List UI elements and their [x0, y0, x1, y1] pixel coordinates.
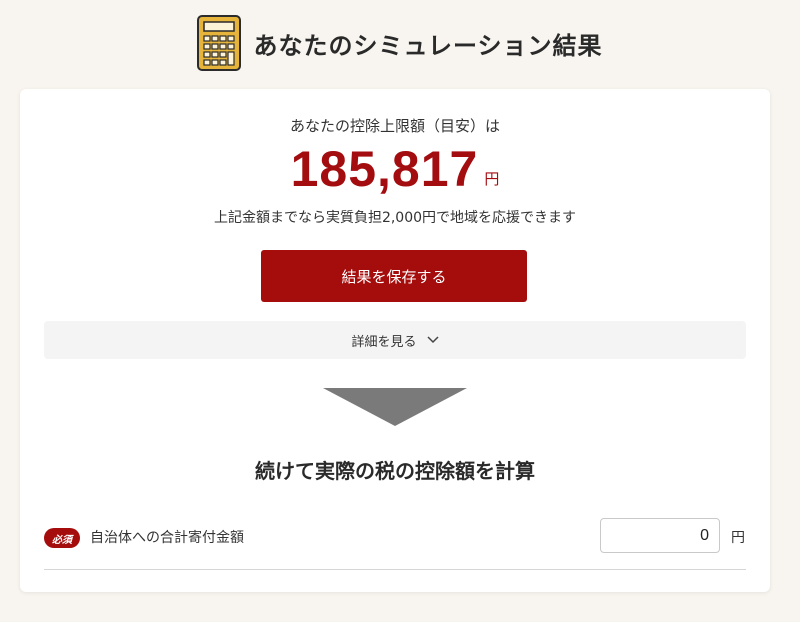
down-arrow-icon: [323, 388, 467, 426]
donation-total-input[interactable]: [600, 518, 720, 553]
amount-unit: 円: [484, 170, 500, 188]
details-toggle[interactable]: 詳細を見る: [44, 321, 746, 359]
limit-note: 上記金額までなら実質負担2,000円で地域を応援できます: [213, 210, 577, 226]
amount-display: 185,817 円: [20, 141, 770, 197]
input-unit: 円: [731, 530, 745, 546]
limit-label: あなたの控除上限額（目安）は: [289, 117, 500, 135]
result-card: あなたの控除上限額（目安）は 185,817 円 上記金額までなら実質負担2,0…: [20, 89, 770, 592]
limit-amount: 185,817: [290, 141, 479, 197]
donation-total-label: 自治体への合計寄付金額: [90, 530, 244, 546]
calculator-icon: [197, 15, 242, 71]
chevron-down-icon: [426, 336, 439, 344]
section-title: 続けて実際の税の控除額を計算: [255, 459, 535, 483]
save-result-button[interactable]: 結果を保存する: [261, 250, 527, 302]
header: あなたのシミュレーション結果: [0, 14, 800, 72]
details-label: 詳細を見る: [351, 334, 417, 350]
page-title: あなたのシミュレーション結果: [253, 31, 603, 60]
required-badge: 必須: [44, 528, 80, 548]
divider: [44, 569, 746, 570]
